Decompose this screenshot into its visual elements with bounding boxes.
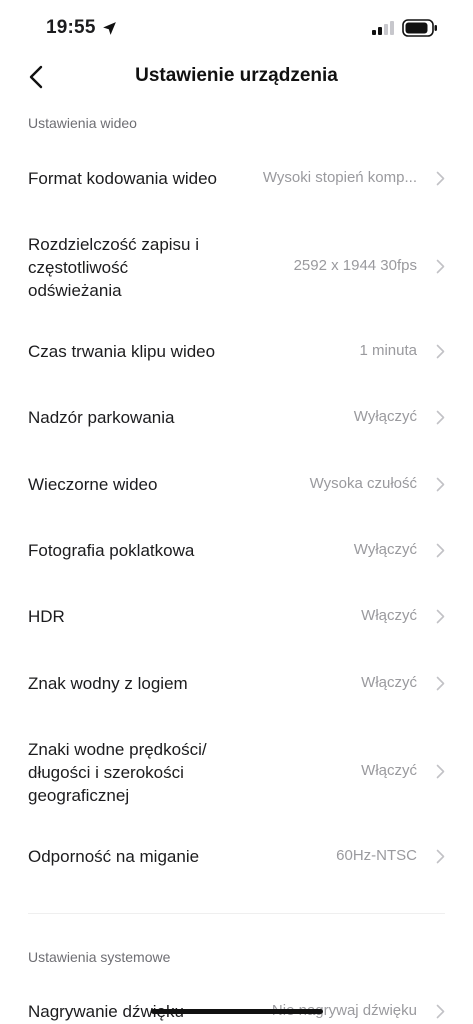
section-header-system: Ustawienia systemowe xyxy=(28,949,171,965)
section-header-video: Ustawienia wideo xyxy=(28,115,137,131)
status-bar: 19:55 xyxy=(0,0,473,56)
setting-row-timelapse[interactable]: Fotografia poklatkowa Wyłączyć xyxy=(0,527,473,575)
chevron-right-icon xyxy=(436,477,445,492)
setting-value: Włączyć xyxy=(361,607,417,624)
setting-row-parking-monitor[interactable]: Nadzór parkowania Wyłączyć xyxy=(0,394,473,442)
chevron-right-icon xyxy=(436,171,445,186)
setting-row-hdr[interactable]: HDR Włączyć xyxy=(0,593,473,641)
chevron-right-icon xyxy=(436,344,445,359)
setting-label: Wieczorne wideo xyxy=(28,475,158,494)
setting-row-anti-flicker[interactable]: Odporność na miganie 60Hz-NTSC xyxy=(0,833,473,881)
setting-row-resolution[interactable]: Rozdzielczość zapisu i częstotliwość odś… xyxy=(0,225,473,307)
setting-label: Fotografia poklatkowa xyxy=(28,541,195,560)
setting-label: Nadzór parkowania xyxy=(28,408,175,427)
chevron-right-icon xyxy=(436,1004,445,1019)
setting-row-logo-watermark[interactable]: Znak wodny z logiem Włączyć xyxy=(0,660,473,708)
home-indicator[interactable] xyxy=(151,1009,323,1014)
setting-label: Znaki wodne prędkości/ długości i szerok… xyxy=(28,740,207,805)
setting-value: 1 minuta xyxy=(359,342,417,359)
setting-row-night-video[interactable]: Wieczorne wideo Wysoka czułość xyxy=(0,461,473,509)
navigation-bar: Ustawienie urządzenia xyxy=(0,56,473,96)
chevron-right-icon xyxy=(436,764,445,779)
setting-row-clip-duration[interactable]: Czas trwania klipu wideo 1 minuta xyxy=(0,328,473,376)
chevron-right-icon xyxy=(436,410,445,425)
setting-label: HDR xyxy=(28,607,65,626)
chevron-right-icon xyxy=(436,609,445,624)
battery-icon xyxy=(402,19,437,37)
setting-row-speed-gps-watermark[interactable]: Znaki wodne prędkości/ długości i szerok… xyxy=(0,730,473,812)
chevron-right-icon xyxy=(436,259,445,274)
page-title: Ustawienie urządzenia xyxy=(135,65,338,86)
chevron-right-icon xyxy=(436,676,445,691)
setting-row-audio-recording[interactable]: Nagrywanie dźwięku Nie nagrywaj dźwięku xyxy=(0,988,473,1024)
setting-label: Odporność na miganie xyxy=(28,847,200,866)
setting-value: Wysoki stopień komp... xyxy=(262,169,417,186)
setting-value: Wyłączyć xyxy=(353,408,417,425)
setting-label: Rozdzielczość zapisu i częstotliwość odś… xyxy=(28,235,200,300)
setting-value: 60Hz-NTSC xyxy=(336,847,417,864)
cellular-signal-icon xyxy=(372,21,394,35)
setting-value: Wysoka czułość xyxy=(309,475,417,492)
setting-value: Włączyć xyxy=(361,762,417,779)
chevron-right-icon xyxy=(436,543,445,558)
section-divider xyxy=(28,913,445,914)
chevron-right-icon xyxy=(436,849,445,864)
setting-label: Format kodowania wideo xyxy=(28,169,217,188)
setting-label: Znak wodny z logiem xyxy=(28,674,188,693)
setting-value: 2592 x 1944 30fps xyxy=(293,257,417,274)
status-time: 19:55 xyxy=(46,17,96,38)
setting-value: Wyłączyć xyxy=(353,541,417,558)
setting-row-video-encoding[interactable]: Format kodowania wideo Wysoki stopień ko… xyxy=(0,155,473,203)
setting-value: Włączyć xyxy=(361,674,417,691)
setting-label: Czas trwania klipu wideo xyxy=(28,342,216,361)
location-arrow-icon xyxy=(103,22,116,35)
